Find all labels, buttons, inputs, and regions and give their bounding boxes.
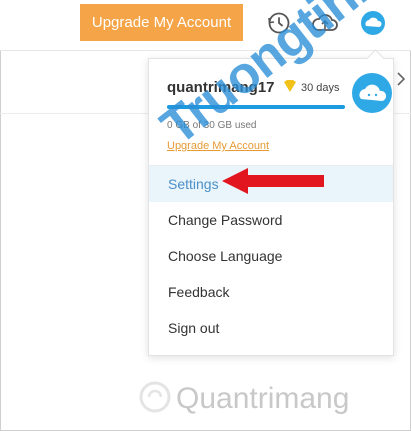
- days-remaining: 30 days: [301, 82, 340, 94]
- chevron-right-icon[interactable]: [396, 72, 406, 86]
- content-divider-right: [392, 113, 411, 114]
- storage-usage-bar: [167, 105, 345, 109]
- content-divider: [0, 113, 148, 114]
- avatar: [352, 73, 392, 113]
- vip-icon: [284, 80, 296, 92]
- bottom-watermark-text: Quantrimang: [176, 382, 350, 415]
- top-bar: Upgrade My Account: [0, 0, 411, 51]
- cloud-avatar-icon: [359, 84, 387, 101]
- menu-item-change-password[interactable]: Change Password: [149, 202, 393, 238]
- upgrade-account-button[interactable]: Upgrade My Account: [80, 4, 243, 41]
- menu-item-feedback[interactable]: Feedback: [149, 274, 393, 310]
- menu-item-choose-language[interactable]: Choose Language: [149, 238, 393, 274]
- red-arrow-annotation: [222, 168, 324, 194]
- storage-usage-text: 0 GB of 30 GB used: [167, 120, 257, 131]
- storage-usage-fill: [167, 105, 345, 109]
- history-icon[interactable]: [266, 10, 292, 36]
- cloud-upload-icon[interactable]: [310, 10, 340, 36]
- menu-item-sign-out[interactable]: Sign out: [149, 310, 393, 346]
- upgrade-account-link[interactable]: Upgrade My Account: [167, 140, 269, 152]
- avatar-icon[interactable]: [360, 10, 386, 36]
- username: quantrimang17: [167, 79, 275, 96]
- account-dropdown-menu: quantrimang17 30 days 0 GB of 30 GB used…: [148, 49, 394, 356]
